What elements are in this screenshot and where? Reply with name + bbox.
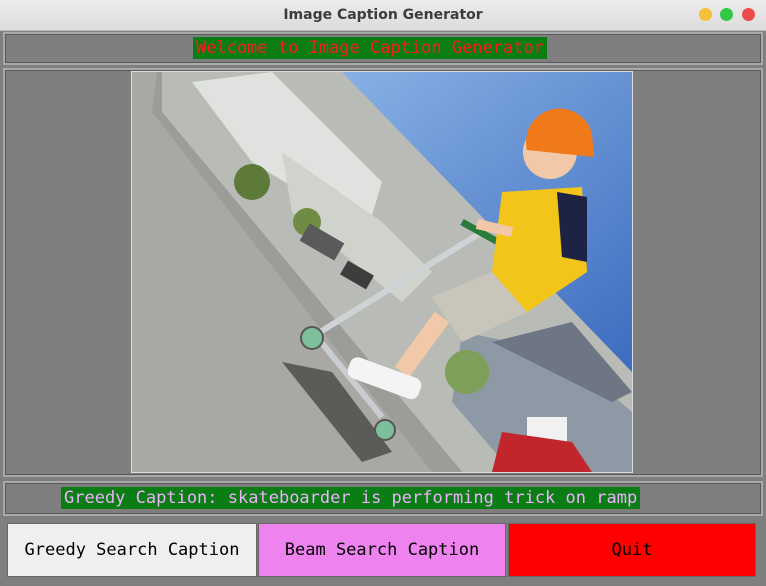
caption-banner: Greedy Caption: skateboarder is performi… — [61, 487, 641, 509]
greedy-search-label: Greedy Search Caption — [24, 540, 240, 560]
window-title: Image Caption Generator — [283, 7, 483, 23]
quit-label: Quit — [611, 540, 653, 560]
minimize-icon[interactable] — [699, 8, 712, 21]
greedy-search-button[interactable]: Greedy Search Caption — [7, 523, 257, 577]
beam-search-label: Beam Search Caption — [284, 540, 480, 560]
uploaded-image — [131, 71, 633, 473]
welcome-banner: Welcome to Image Caption Generator — [193, 37, 547, 59]
quit-button[interactable]: Quit — [508, 523, 756, 577]
caption-label: Greedy Caption: — [64, 488, 218, 508]
close-icon[interactable] — [742, 8, 755, 21]
caption-text: skateboarder is performing trick on ramp — [227, 488, 638, 508]
beam-search-button[interactable]: Beam Search Caption — [258, 523, 506, 577]
window-titlebar: Image Caption Generator — [0, 0, 766, 31]
maximize-icon[interactable] — [720, 8, 733, 21]
